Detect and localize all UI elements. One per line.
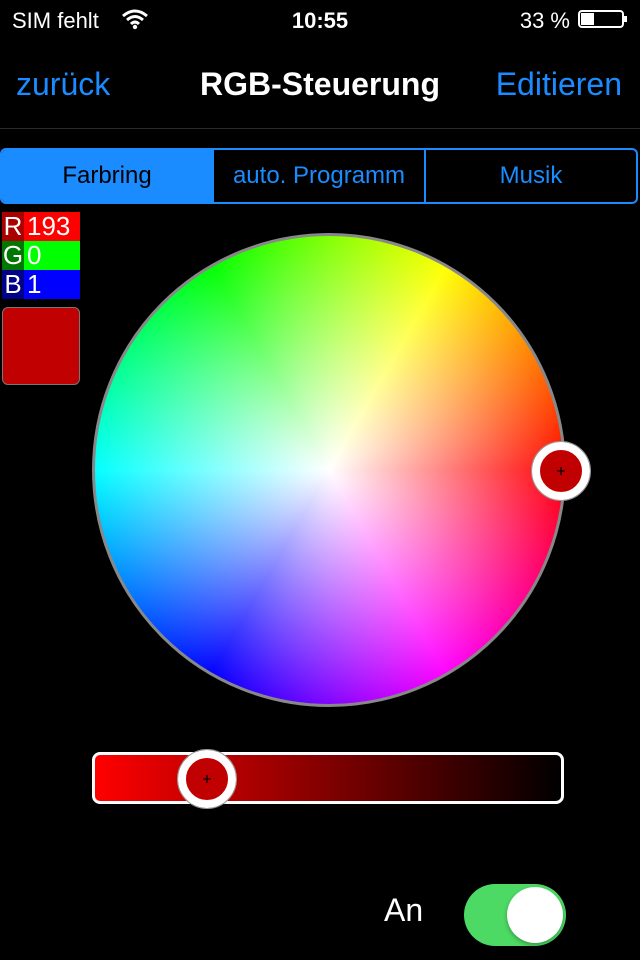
- navigation-bar: zurück RGB-Steuerung Editieren: [0, 40, 640, 129]
- toggle-knob[interactable]: [507, 887, 563, 943]
- power-toggle[interactable]: [464, 884, 566, 946]
- green-row: G 0: [2, 241, 80, 270]
- power-label: An: [384, 892, 424, 928]
- mode-segmented-control: Farbring auto. Programm Musik: [0, 148, 638, 204]
- edit-button[interactable]: Editieren: [496, 66, 622, 103]
- green-value: 0: [24, 241, 80, 270]
- brightness-slider-handle[interactable]: [176, 748, 238, 810]
- color-preview-swatch: [2, 307, 80, 385]
- blue-row: B 1: [2, 270, 80, 299]
- color-wheel-handle[interactable]: [530, 440, 592, 502]
- blue-label: B: [2, 270, 24, 299]
- battery-icon: [578, 10, 627, 28]
- battery-percent: 33 %: [519, 8, 570, 33]
- red-row: R 193: [2, 212, 80, 241]
- blue-value: 1: [24, 270, 80, 299]
- tab-farbring[interactable]: Farbring: [2, 150, 214, 202]
- rgb-readout: R 193 G 0 B 1: [2, 212, 80, 299]
- brightness-slider[interactable]: [92, 752, 564, 804]
- tab-musik[interactable]: Musik: [426, 150, 636, 202]
- green-label: G: [2, 240, 24, 270]
- red-label: R: [2, 211, 24, 241]
- color-wheel-gradient[interactable]: [92, 233, 566, 707]
- tab-auto-programm[interactable]: auto. Programm: [214, 150, 426, 202]
- red-value: 193: [24, 212, 80, 241]
- color-wheel[interactable]: [92, 233, 566, 707]
- status-bar: SIM fehlt 10:55 33 %: [0, 0, 640, 40]
